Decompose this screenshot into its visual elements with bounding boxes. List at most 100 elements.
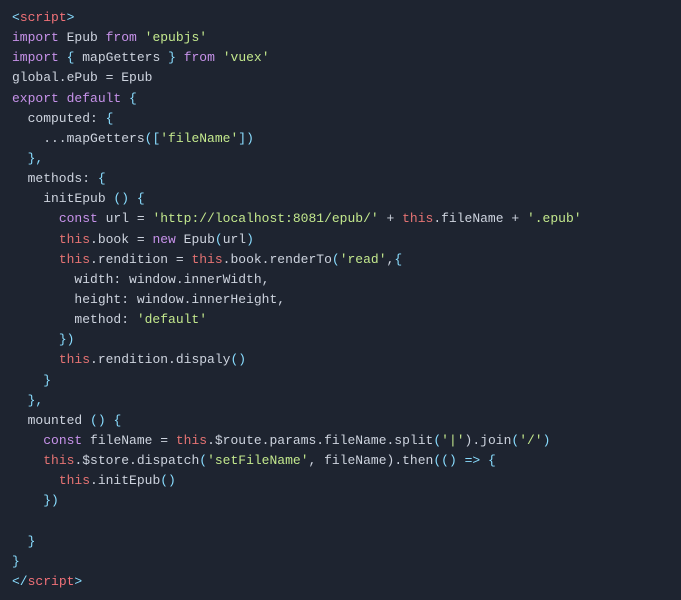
token-plain	[12, 373, 43, 388]
token-punct: ()	[90, 413, 106, 428]
token-this-kw: this	[191, 252, 222, 267]
token-punct: (	[199, 453, 207, 468]
token-tag: script	[28, 574, 75, 589]
code-line: },	[12, 391, 669, 411]
token-punct: =>	[465, 453, 481, 468]
code-line: import { mapGetters } from 'vuex'	[12, 48, 669, 68]
code-line: import Epub from 'epubjs'	[12, 28, 669, 48]
token-plain: .initEpub	[90, 473, 160, 488]
code-line: this.$store.dispatch('setFileName', file…	[12, 451, 669, 471]
token-plain: .join	[472, 433, 511, 448]
token-punct: )	[246, 232, 254, 247]
token-plain: .rendition =	[90, 252, 191, 267]
token-plain: height: window.innerHeight,	[12, 292, 285, 307]
token-plain: method:	[12, 312, 137, 327]
code-line: width: window.innerWidth,	[12, 270, 669, 290]
token-plain: initEpub	[12, 191, 113, 206]
code-line: initEpub () {	[12, 189, 669, 209]
token-tag: script	[20, 10, 67, 25]
token-punct: )	[246, 131, 254, 146]
token-plain	[121, 91, 129, 106]
token-punct: }	[28, 534, 36, 549]
token-punct: ()	[160, 473, 176, 488]
token-str: 'fileName'	[160, 131, 238, 146]
token-punct: {	[106, 111, 114, 126]
token-this-kw: this	[43, 453, 74, 468]
token-plain: .book =	[90, 232, 152, 247]
token-tag-bracket: </	[12, 574, 28, 589]
code-line: computed: {	[12, 109, 669, 129]
token-punct: )	[543, 433, 551, 448]
token-plain	[457, 453, 465, 468]
token-plain	[12, 232, 59, 247]
token-str: 'default'	[137, 312, 207, 327]
token-kw: const	[43, 433, 82, 448]
token-plain: fileName =	[82, 433, 176, 448]
token-punct: {	[98, 171, 106, 186]
token-punct: {	[488, 453, 496, 468]
code-line: }	[12, 371, 669, 391]
code-line: this.initEpub()	[12, 471, 669, 491]
token-this-kw: this	[59, 352, 90, 367]
token-str: 'vuex'	[223, 50, 270, 65]
token-plain: methods:	[12, 171, 98, 186]
token-punct: {	[113, 413, 121, 428]
code-line: </script>	[12, 572, 669, 592]
code-line: methods: {	[12, 169, 669, 189]
code-line: this.rendition = this.book.renderTo('rea…	[12, 250, 669, 270]
code-editor: <script>import Epub from 'epubjs'import …	[0, 0, 681, 600]
token-punct: }	[12, 554, 20, 569]
token-punct: ()	[113, 191, 129, 206]
token-kw: default	[67, 91, 122, 106]
code-line: })	[12, 330, 669, 350]
code-line: <script>	[12, 8, 669, 28]
token-plain: .fileName +	[433, 211, 527, 226]
token-punct: {	[129, 91, 137, 106]
token-plain	[59, 91, 67, 106]
token-str: 'epubjs'	[145, 30, 207, 45]
token-punct: ()	[230, 352, 246, 367]
token-plain	[12, 151, 28, 166]
token-punct: }	[43, 373, 51, 388]
token-plain: .$route.params.fileName.split	[207, 433, 433, 448]
token-this-kw: this	[59, 252, 90, 267]
token-this-kw: this	[59, 473, 90, 488]
token-plain: .then	[394, 453, 433, 468]
token-plain: +	[379, 211, 402, 226]
token-punct: {	[394, 252, 402, 267]
token-punct: (	[433, 433, 441, 448]
code-line: global.ePub = Epub	[12, 68, 669, 88]
token-plain	[137, 30, 145, 45]
token-str: '|'	[441, 433, 464, 448]
token-plain	[12, 332, 59, 347]
token-plain: url	[223, 232, 246, 247]
token-str: 'read'	[340, 252, 387, 267]
token-plain: mounted	[12, 413, 90, 428]
token-str: '.epub'	[527, 211, 582, 226]
token-plain: url =	[98, 211, 153, 226]
token-plain: global.ePub = Epub	[12, 70, 152, 85]
code-line: ...mapGetters(['fileName'])	[12, 129, 669, 149]
code-line: const url = 'http://localhost:8081/epub/…	[12, 209, 669, 229]
token-tag-bracket: >	[67, 10, 75, 25]
token-plain: Epub	[59, 30, 106, 45]
code-line: }	[12, 552, 669, 572]
token-plain	[176, 50, 184, 65]
token-punct: (	[332, 252, 340, 267]
code-line: method: 'default'	[12, 310, 669, 330]
code-line	[12, 512, 669, 532]
token-punct: (	[215, 232, 223, 247]
code-line: mounted () {	[12, 411, 669, 431]
token-this-kw: this	[176, 433, 207, 448]
token-plain	[480, 453, 488, 468]
token-plain	[12, 393, 28, 408]
token-plain: , fileName)	[309, 453, 395, 468]
token-plain	[12, 534, 28, 549]
token-str: 'setFileName'	[207, 453, 308, 468]
token-kw: new	[152, 232, 175, 247]
token-kw: const	[59, 211, 98, 226]
token-punct: },	[28, 151, 44, 166]
token-plain	[12, 211, 59, 226]
token-plain	[12, 493, 43, 508]
token-plain	[12, 453, 43, 468]
